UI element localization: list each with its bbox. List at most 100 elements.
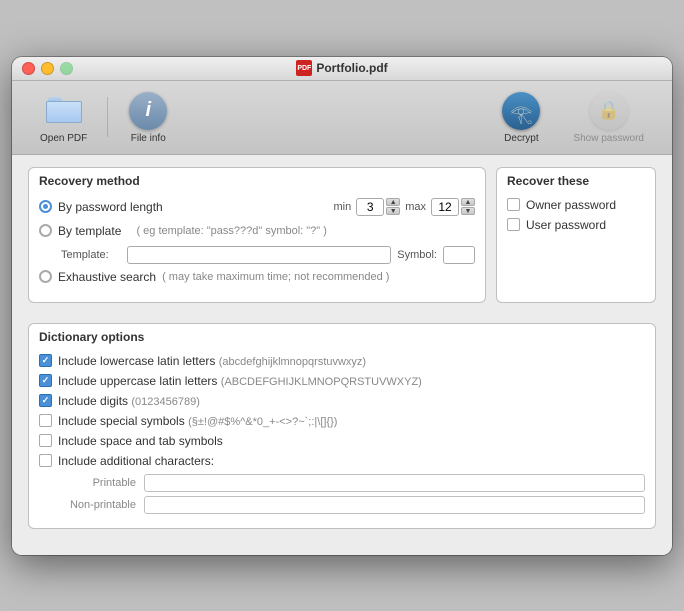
password-length-label: By password length: [58, 200, 163, 214]
user-password-item[interactable]: User password: [507, 218, 645, 232]
recover-these-title: Recover these: [497, 168, 655, 192]
titlebar: PDF Portfolio.pdf: [12, 57, 672, 81]
open-pdf-label: Open PDF: [40, 133, 87, 144]
max-up-button[interactable]: ▲: [461, 198, 475, 206]
digits-label-text: Include digits: [58, 394, 128, 408]
printable-label: Printable: [61, 477, 136, 489]
exhaustive-label: Exhaustive search: [58, 270, 156, 284]
file-info-icon-box: i: [128, 91, 168, 131]
by-template-section: By template ( eg template: "pass???d" sy…: [39, 224, 475, 264]
template-hint: [127, 225, 130, 237]
radio-dot: [43, 204, 48, 209]
template-field-input[interactable]: [127, 246, 391, 264]
printable-input[interactable]: [144, 474, 645, 492]
info-symbol: i: [145, 99, 151, 122]
nonprintable-label: Non-printable: [61, 499, 136, 511]
max-down-button[interactable]: ▼: [461, 207, 475, 215]
max-field: ▲ ▼: [431, 198, 475, 216]
uppercase-checkbox[interactable]: ✓: [39, 374, 52, 387]
digits-item[interactable]: ✓ Include digits (0123456789): [39, 394, 645, 408]
template-label: By template: [58, 224, 121, 238]
special-label-text: Include special symbols: [58, 414, 185, 428]
exhaustive-hint: ( may take maximum time; not recommended…: [162, 271, 389, 283]
min-input[interactable]: [356, 198, 384, 216]
digits-checkbox[interactable]: ✓: [39, 394, 52, 407]
main-content: Recovery method By password length min: [12, 155, 672, 555]
maximize-button[interactable]: [60, 62, 73, 75]
uppercase-label: Include uppercase latin letters (ABCDEFG…: [58, 374, 422, 388]
by-template-option[interactable]: By template ( eg template: "pass???d" sy…: [39, 224, 475, 238]
open-pdf-button[interactable]: Open PDF: [24, 87, 103, 148]
show-password-label: Show password: [573, 133, 644, 144]
recovery-method-body: By password length min ▲ ▼ ma: [29, 192, 485, 302]
decrypt-icon: 𓂀: [502, 92, 540, 130]
top-row: Recovery method By password length min: [28, 167, 656, 313]
lowercase-label: Include lowercase latin letters (abcdefg…: [58, 354, 366, 368]
exhaustive-search-option[interactable]: Exhaustive search ( may take maximum tim…: [39, 270, 475, 284]
nonprintable-input[interactable]: [144, 496, 645, 514]
password-length-radio[interactable]: [39, 200, 52, 213]
check-mark-2: ✓: [42, 376, 50, 385]
recovery-method-title: Recovery method: [29, 168, 485, 192]
lowercase-hint: (abcdefghijklmnopqrstuvwxyz): [219, 356, 366, 368]
user-password-checkbox[interactable]: [507, 218, 520, 231]
user-password-label: User password: [526, 218, 606, 232]
special-item[interactable]: Include special symbols (§±!@#$%^&*0_+-<…: [39, 414, 645, 428]
uppercase-label-text: Include uppercase latin letters: [58, 374, 217, 388]
decrypt-icon-box: 𓂀: [501, 91, 541, 131]
owner-password-label: Owner password: [526, 198, 616, 212]
password-length-row: By password length min ▲ ▼ ma: [39, 198, 475, 216]
owner-password-item[interactable]: Owner password: [507, 198, 645, 212]
template-field-label: Template:: [61, 249, 121, 261]
toolbar-separator-1: [107, 97, 108, 137]
space-label: Include space and tab symbols: [58, 434, 223, 448]
recover-these-body: Owner password User password: [497, 192, 655, 248]
min-down-button[interactable]: ▼: [386, 207, 400, 215]
file-info-button[interactable]: i File info: [112, 87, 184, 148]
lowercase-checkbox[interactable]: ✓: [39, 354, 52, 367]
uppercase-item[interactable]: ✓ Include uppercase latin letters (ABCDE…: [39, 374, 645, 388]
folder-body: [46, 101, 82, 123]
min-label: min: [333, 201, 351, 213]
exhaustive-radio[interactable]: [39, 270, 52, 283]
lowercase-item[interactable]: ✓ Include lowercase latin letters (abcde…: [39, 354, 645, 368]
owner-password-checkbox[interactable]: [507, 198, 520, 211]
template-radio[interactable]: [39, 224, 52, 237]
minimize-button[interactable]: [41, 62, 54, 75]
digits-hint: (0123456789): [131, 396, 200, 408]
show-password-button[interactable]: 🔒 Show password: [557, 87, 660, 148]
template-input-row: Template: Symbol:: [61, 246, 475, 264]
lock-symbol: 🔒: [597, 100, 619, 121]
special-checkbox[interactable]: [39, 414, 52, 427]
nonprintable-row: Non-printable: [61, 496, 645, 514]
dictionary-options-panel: Dictionary options ✓ Include lowercase l…: [28, 323, 656, 529]
open-pdf-icon-box: [44, 91, 84, 131]
check-mark: ✓: [42, 356, 50, 365]
digits-label: Include digits (0123456789): [58, 394, 200, 408]
template-hint-text: ( eg template: "pass???d" symbol: "?" ): [136, 225, 327, 237]
space-item[interactable]: Include space and tab symbols: [39, 434, 645, 448]
space-checkbox[interactable]: [39, 434, 52, 447]
min-up-button[interactable]: ▲: [386, 198, 400, 206]
symbol-field-input[interactable]: [443, 246, 475, 264]
dictionary-options-title: Dictionary options: [29, 324, 655, 348]
by-password-length-option[interactable]: By password length: [39, 200, 325, 214]
eye-symbol: 𓂀: [510, 96, 532, 126]
info-icon: i: [129, 92, 167, 130]
toolbar: Open PDF i File info 𓂀 Decrypt �: [12, 81, 672, 155]
app-window: PDF Portfolio.pdf Open PDF i File info: [12, 57, 672, 555]
recovery-method-panel: Recovery method By password length min: [28, 167, 486, 303]
lock-icon: 🔒: [590, 92, 628, 130]
additional-checkbox[interactable]: [39, 454, 52, 467]
minmax-controls: min ▲ ▼ max: [333, 198, 475, 216]
max-spinner: ▲ ▼: [461, 198, 475, 215]
window-controls: [22, 62, 73, 75]
additional-item[interactable]: Include additional characters:: [39, 454, 645, 468]
additional-label: Include additional characters:: [58, 454, 214, 468]
uppercase-hint: (ABCDEFGHIJKLMNOPQRSTUVWXYZ): [221, 376, 422, 388]
decrypt-label: Decrypt: [504, 133, 538, 144]
decrypt-button[interactable]: 𓂀 Decrypt: [485, 87, 557, 148]
file-info-label: File info: [131, 133, 166, 144]
max-input[interactable]: [431, 198, 459, 216]
close-button[interactable]: [22, 62, 35, 75]
